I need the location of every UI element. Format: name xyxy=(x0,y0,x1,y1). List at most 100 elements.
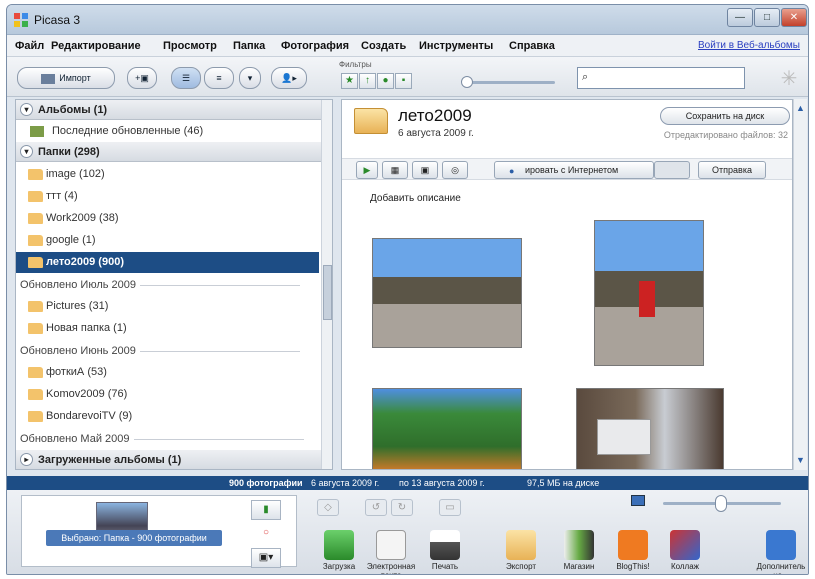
menu-photo[interactable]: Фотография xyxy=(281,40,349,52)
collage-button[interactable]: ▦ xyxy=(382,161,408,179)
photo-thumbnail[interactable] xyxy=(576,388,724,469)
movie-button[interactable]: ▣ xyxy=(412,161,438,179)
expand-icon[interactable]: ▸ xyxy=(20,453,33,466)
scroll-down-icon[interactable]: ▼ xyxy=(796,455,805,465)
save-to-disk-button[interactable]: Сохранить на диск xyxy=(660,107,790,125)
folder-item[interactable]: фоткиА (53) xyxy=(16,362,319,383)
label-mini-button[interactable]: ▭ xyxy=(439,499,461,516)
maximize-button[interactable]: □ xyxy=(754,8,780,27)
menu-edit[interactable]: Редактирование xyxy=(51,40,141,52)
folder-item[interactable]: google (1) xyxy=(16,230,319,251)
tag-icon: ◇ xyxy=(324,502,332,513)
photo-figure xyxy=(639,281,655,317)
album-view-scrollbar[interactable]: ▲ ▼ xyxy=(793,99,807,470)
folder-item[interactable]: Work2009 (38) xyxy=(16,208,319,229)
geotag-button[interactable]: ◎ xyxy=(442,161,468,179)
folder-item[interactable]: image (102) xyxy=(16,164,319,185)
rotate-right-button[interactable]: ↻ xyxy=(391,499,413,516)
filter-uploaded-button[interactable]: ↑ xyxy=(359,73,376,89)
folders-section-header[interactable]: ▾ Папки (298) xyxy=(16,142,332,162)
divider xyxy=(139,350,300,352)
photo-sky xyxy=(595,221,703,272)
folder-item[interactable]: Pictures (31) xyxy=(16,296,319,317)
people-icon: 👤▸ xyxy=(281,73,297,83)
search-input[interactable]: ⌕ xyxy=(577,67,745,89)
folder-item[interactable]: Komov2009 (76) xyxy=(16,384,319,405)
filter-starred-button[interactable]: ★ xyxy=(341,73,358,89)
bottom-tray: Выбрано: Папка - 900 фотографии ▮ ○ ▣▾ ◇… xyxy=(7,490,808,574)
email-button[interactable]: Электронная почта xyxy=(365,530,417,574)
folder-item[interactable]: Новая папка (1) xyxy=(16,318,319,339)
folder-item[interactable]: BondarevoiTV (9) xyxy=(16,406,319,427)
photo-buildings xyxy=(373,276,521,304)
view-dropdown-button[interactable]: ▾ xyxy=(239,67,261,89)
more-up-arrow-icon xyxy=(766,530,796,560)
collapse-icon[interactable]: ▾ xyxy=(20,145,33,158)
sync-with-web-button[interactable]: ● ировать с Интернетом xyxy=(494,161,654,179)
photo-thumbnail[interactable] xyxy=(372,238,522,348)
upload-arrow-icon xyxy=(324,530,354,560)
status-date-from: 6 августа 2009 г. xyxy=(311,478,380,488)
add-to-album-button[interactable]: +▣ xyxy=(127,67,157,89)
slider-knob[interactable] xyxy=(461,76,473,88)
scrollbar-thumb[interactable] xyxy=(323,265,332,320)
photo-thumbnail[interactable] xyxy=(594,220,704,366)
tag-mini-button[interactable]: ◇ xyxy=(317,499,339,516)
hold-selection-button[interactable]: ▮ xyxy=(251,500,281,520)
collapse-icon[interactable]: ▾ xyxy=(20,103,33,116)
album-date[interactable]: 6 августа 2009 г. xyxy=(398,128,474,139)
filter-faces-button[interactable]: ● xyxy=(377,73,394,89)
slider-knob[interactable] xyxy=(715,495,727,512)
share-button[interactable]: Отправка xyxy=(698,161,766,179)
group-header-june: Обновлено Июнь 2009 xyxy=(20,342,310,360)
people-button[interactable]: 👤▸ xyxy=(271,67,307,89)
blogthis-button[interactable]: BlogThis! xyxy=(607,530,659,571)
add-photo-icon: +▣ xyxy=(135,73,149,83)
list-view-button[interactable]: ☰ xyxy=(171,67,201,89)
albums-section-header[interactable]: ▾ Альбомы (1) xyxy=(16,100,332,120)
divider xyxy=(133,438,304,440)
album-item-recent[interactable]: Последние обновленные (46) xyxy=(16,121,319,142)
star-icon: ★ xyxy=(345,75,354,86)
sync-toggle[interactable] xyxy=(654,161,690,179)
more-button[interactable]: Дополнитель но... xyxy=(755,530,807,574)
album-title[interactable]: лето2009 xyxy=(398,106,472,126)
rotate-left-button[interactable]: ↺ xyxy=(365,499,387,516)
menu-create[interactable]: Создать xyxy=(361,40,406,52)
collage-bottom-button[interactable]: Коллаж xyxy=(659,530,711,571)
slideshow-button[interactable]: ▶ xyxy=(356,161,378,179)
print-button[interactable]: Печать xyxy=(419,530,471,571)
scroll-up-icon[interactable]: ▲ xyxy=(796,103,805,113)
uploaded-albums-section-header[interactable]: ▸ Загруженные альбомы (1) xyxy=(16,450,332,469)
person-icon: ● xyxy=(382,75,389,86)
left-panel-scrollbar[interactable] xyxy=(321,100,332,469)
add-to-album-dropdown[interactable]: ▣▾ xyxy=(251,548,281,568)
menu-view[interactable]: Просмотр xyxy=(163,40,217,52)
export-button[interactable]: Экспорт xyxy=(495,530,547,571)
close-button[interactable]: ✕ xyxy=(781,8,807,27)
clear-selection-button[interactable]: ○ xyxy=(251,524,281,544)
menu-folder[interactable]: Папка xyxy=(233,40,265,52)
divider xyxy=(140,284,301,286)
minimize-button[interactable]: — xyxy=(727,8,753,27)
photo-car xyxy=(597,419,651,455)
thumbnail-size-slider[interactable] xyxy=(663,495,781,512)
folder-item-selected[interactable]: лето2009 (900) xyxy=(16,252,319,273)
filter-video-button[interactable]: ▪ xyxy=(395,73,412,89)
folder-item[interactable]: ттт (4) xyxy=(16,186,319,207)
shop-button[interactable]: Магазин xyxy=(553,530,605,571)
folder-export-icon xyxy=(506,530,536,560)
folder-icon xyxy=(28,169,43,180)
menu-file[interactable]: Файл xyxy=(15,40,44,52)
web-albums-login-link[interactable]: Войти в Веб-альбомы xyxy=(698,40,800,51)
import-button[interactable]: Импорт xyxy=(17,67,115,89)
import-label: Импорт xyxy=(59,73,91,83)
tree-view-button[interactable]: ≡ xyxy=(204,67,234,89)
album-description-field[interactable]: Добавить описание xyxy=(370,193,461,204)
menu-tools[interactable]: Инструменты xyxy=(419,40,493,52)
menu-help[interactable]: Справка xyxy=(509,40,555,52)
filter-date-slider[interactable] xyxy=(461,76,555,88)
photo-thumbnail[interactable] xyxy=(372,388,522,469)
folder-icon xyxy=(28,257,43,268)
upload-button[interactable]: Загрузка xyxy=(313,530,365,571)
